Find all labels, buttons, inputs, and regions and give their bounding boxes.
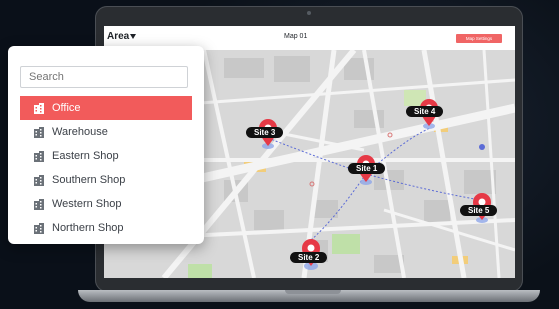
location-item-warehouse[interactable]: Warehouse xyxy=(20,120,192,144)
map-settings-button[interactable]: Map Settings xyxy=(456,34,502,43)
location-label: Office xyxy=(52,102,81,114)
site-label[interactable]: Site 5 xyxy=(460,205,498,216)
location-item-western-shop[interactable]: Western Shop xyxy=(20,192,192,216)
area-dropdown[interactable]: Area xyxy=(107,31,129,42)
location-label: Eastern Shop xyxy=(52,150,119,162)
laptop-notch xyxy=(285,290,341,294)
location-label: Warehouse xyxy=(52,126,108,138)
location-panel: Office Warehouse Eastern Shop Southern S… xyxy=(8,46,204,244)
poi-marker xyxy=(479,144,485,150)
location-item-northern-shop[interactable]: Northern Shop xyxy=(20,216,192,240)
location-item-eastern-shop[interactable]: Eastern Shop xyxy=(20,144,192,168)
location-item-office[interactable]: Office xyxy=(20,96,192,120)
building-icon xyxy=(34,126,44,138)
site-label[interactable]: Site 1 xyxy=(348,163,386,174)
park-area xyxy=(188,264,212,278)
site-label[interactable]: Site 2 xyxy=(290,252,328,263)
location-label: Western Shop xyxy=(52,198,122,210)
location-item-southern-shop[interactable]: Southern Shop xyxy=(20,168,192,192)
site-label[interactable]: Site 3 xyxy=(246,127,284,138)
location-label: Northern Shop xyxy=(52,222,124,234)
map-title: Map 01 xyxy=(284,33,308,40)
building-icon xyxy=(34,222,44,234)
building-icon xyxy=(34,198,44,210)
site-label[interactable]: Site 4 xyxy=(406,106,444,117)
search-input[interactable] xyxy=(20,66,188,88)
laptop-camera xyxy=(307,11,311,15)
building-icon xyxy=(34,102,44,114)
caret-down-icon[interactable] xyxy=(130,34,136,39)
location-label: Southern Shop xyxy=(52,174,126,186)
building-icon xyxy=(34,150,44,162)
building-icon xyxy=(34,174,44,186)
location-list: Office Warehouse Eastern Shop Southern S… xyxy=(20,96,192,240)
park-area xyxy=(332,234,360,254)
